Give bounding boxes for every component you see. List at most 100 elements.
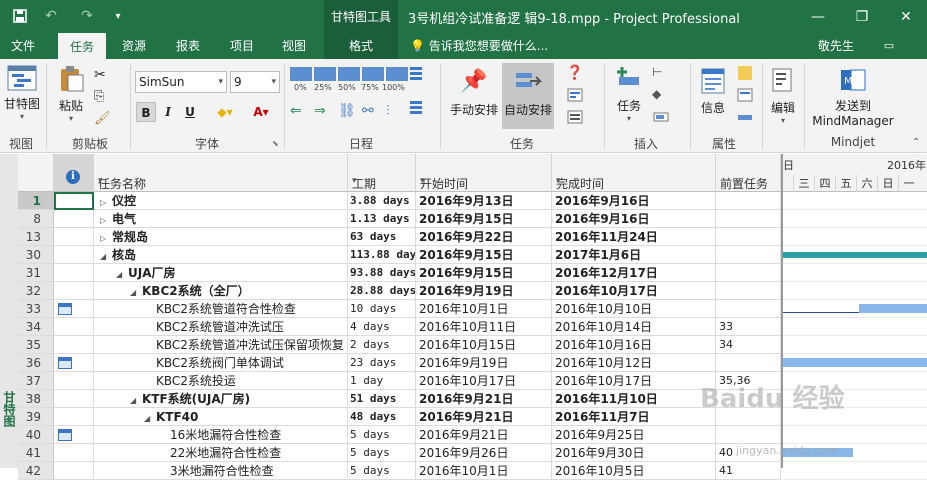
start-cell[interactable]: 2016年9月13日 — [416, 192, 552, 210]
information-button[interactable]: 信息 — [694, 67, 732, 116]
start-cell[interactable]: 2016年9月26日 — [416, 444, 552, 462]
indicator-cell[interactable] — [54, 426, 94, 444]
predecessors-cell[interactable] — [716, 192, 781, 210]
paste-button[interactable]: 粘贴 ▾ — [52, 65, 90, 123]
finish-cell[interactable]: 2016年9月30日 — [552, 444, 716, 462]
table-row[interactable]: 38 ◢ KTF系统(UJA厂房) 51 days 2016年9月21日 2016年11月… — [0, 390, 781, 408]
duration-cell[interactable]: 113.88 days — [348, 246, 416, 264]
pct75-icon[interactable] — [362, 67, 384, 81]
row-id[interactable]: 38 — [18, 390, 54, 408]
duration-cell[interactable]: 5 days — [348, 426, 416, 444]
start-cell[interactable]: 2016年9月15日 — [416, 246, 552, 264]
highlight-color-icon[interactable]: ◆▾ — [210, 102, 240, 122]
chevron-down-icon[interactable]: ▾ — [352, 176, 411, 186]
chevron-down-icon[interactable]: ▾ — [556, 176, 711, 186]
start-cell[interactable]: 2016年9月19日 — [416, 354, 552, 372]
inspect-icon[interactable]: ❓ — [566, 65, 584, 81]
table-row[interactable]: 33 KBC2系统管道符合性检查 10 days 2016年10月1日 2016年10月… — [0, 300, 781, 318]
task-name-cell[interactable]: 3米地漏符合性检查 — [94, 462, 348, 480]
pct50-icon[interactable] — [338, 67, 360, 81]
task-name-cell[interactable]: KBC2系统管道符合性检查 — [94, 300, 348, 318]
bold-button[interactable]: B — [136, 102, 156, 122]
duration-cell[interactable]: 23 days — [348, 354, 416, 372]
gantt-chart-button[interactable]: 甘特图 ▾ — [2, 65, 42, 121]
column-header-predecessors[interactable]: 前置任务 — [716, 154, 781, 192]
indicator-cell[interactable] — [54, 354, 94, 372]
start-cell[interactable]: 2016年10月1日 — [416, 300, 552, 318]
font-name-select[interactable]: SimSun ▾ — [135, 71, 227, 93]
column-header-start[interactable]: 开始时间 ▾ — [416, 154, 552, 192]
start-cell[interactable]: 2016年9月21日 — [416, 426, 552, 444]
finish-cell[interactable]: 2016年10月14日 — [552, 318, 716, 336]
edit-button[interactable]: 编辑 ▾ — [766, 67, 800, 125]
column-header-name[interactable]: 任务名称 ▾ — [94, 154, 348, 192]
table-row[interactable]: 40 16米地漏符合性检查 5 days 2016年9月21日 2016年9月25日 — [0, 426, 781, 444]
indicator-cell[interactable] — [54, 390, 94, 408]
duration-cell[interactable]: 51 days — [348, 390, 416, 408]
pct25-icon[interactable] — [314, 67, 336, 81]
duration-cell[interactable]: 3.88 days — [348, 192, 416, 210]
table-row[interactable]: 31 ◢ UJA厂房 93.88 days 2016年9月15日 2016年12月17日 — [0, 264, 781, 282]
duration-cell[interactable]: 28.88 days — [348, 282, 416, 300]
gantt-bar[interactable] — [783, 252, 927, 258]
deliverable-icon[interactable] — [652, 109, 670, 125]
indicator-cell[interactable] — [54, 300, 94, 318]
predecessors-cell[interactable]: 33 — [716, 318, 781, 336]
tab-project[interactable]: 项目 — [220, 33, 264, 59]
task-name-cell[interactable]: KBC2系统投运 — [94, 372, 348, 390]
outline-icon[interactable] — [408, 65, 426, 81]
table-row[interactable]: 36 KBC2系统阀门单体调试 23 days 2016年9月19日 2016年10月1… — [0, 354, 781, 372]
duration-cell[interactable]: 4 days — [348, 318, 416, 336]
task-name-cell[interactable]: ◢ KBC2系统（全厂） — [94, 282, 348, 300]
select-all-corner[interactable] — [18, 154, 54, 192]
indicator-cell[interactable] — [54, 372, 94, 390]
start-cell[interactable]: 2016年10月1日 — [416, 462, 552, 480]
finish-cell[interactable]: 2016年10月10日 — [552, 300, 716, 318]
row-id[interactable]: 8 — [18, 210, 54, 228]
row-id[interactable]: 42 — [18, 462, 54, 480]
task-name-cell[interactable]: 16米地漏符合性检查 — [94, 426, 348, 444]
milestone-icon[interactable]: ◆ — [652, 87, 670, 103]
finish-cell[interactable]: 2016年11月24日 — [552, 228, 716, 246]
tab-resource[interactable]: 资源 — [112, 33, 156, 59]
table-row[interactable]: 8 ▷ 电气 1.13 days 2016年9月15日 2016年9月16日 — [0, 210, 781, 228]
finish-cell[interactable]: 2016年10月5日 — [552, 462, 716, 480]
send-to-mindmanager-button[interactable]: M 发送到 MindManager — [808, 67, 898, 128]
respect-links-icon[interactable] — [408, 99, 426, 115]
font-size-select[interactable]: 9 ▾ — [230, 71, 280, 93]
duration-cell[interactable]: 1.13 days — [348, 210, 416, 228]
indicator-cell[interactable] — [54, 282, 94, 300]
underline-button[interactable]: U — [180, 102, 200, 122]
user-account[interactable]: 敬先生 — [818, 33, 854, 59]
row-id[interactable]: 32 — [18, 282, 54, 300]
format-painter-icon[interactable]: 🖌 — [94, 111, 112, 127]
tell-me-search[interactable]: 💡 告诉我您想要做什么... — [410, 33, 548, 59]
predecessors-cell[interactable]: 41 — [716, 462, 781, 480]
duration-cell[interactable]: 5 days — [348, 462, 416, 480]
indicator-cell[interactable] — [54, 264, 94, 282]
start-cell[interactable]: 2016年9月15日 — [416, 210, 552, 228]
duration-cell[interactable]: 93.88 days — [348, 264, 416, 282]
finish-cell[interactable]: 2016年11月7日 — [552, 408, 716, 426]
task-name-cell[interactable]: ◢ 核岛 — [94, 246, 348, 264]
start-cell[interactable]: 2016年9月15日 — [416, 264, 552, 282]
insert-task-button[interactable]: 任务 ▾ — [610, 65, 648, 123]
tab-file[interactable]: 文件 — [0, 33, 46, 59]
indicator-cell[interactable] — [54, 462, 94, 480]
table-row[interactable]: 35 KBC2系统管道冲洗试压保留项恢复 2 days 2016年10月15日 2016… — [0, 336, 781, 354]
dialog-launcher-icon[interactable]: ⬊ — [272, 139, 279, 148]
tab-report[interactable]: 报表 — [166, 33, 210, 59]
add-to-timeline-icon[interactable] — [736, 109, 754, 125]
task-name-cell[interactable]: ▷ 仪控 — [94, 192, 348, 210]
indent-icon[interactable]: ⇒ — [314, 103, 332, 119]
tab-view[interactable]: 视图 — [272, 33, 316, 59]
row-id[interactable]: 37 — [18, 372, 54, 390]
start-cell[interactable]: 2016年9月19日 — [416, 282, 552, 300]
pct100-icon[interactable] — [386, 67, 408, 81]
close-button[interactable]: ✕ — [884, 0, 927, 33]
table-row[interactable]: 39 ◢ KTF40 48 days 2016年9月21日 2016年11月7日 — [0, 408, 781, 426]
task-name-cell[interactable]: KBC2系统阀门单体调试 — [94, 354, 348, 372]
mode-icon[interactable] — [566, 109, 584, 125]
collapse-arrow-icon[interactable]: ◢ — [100, 248, 112, 263]
task-name-cell[interactable]: ▷ 电气 — [94, 210, 348, 228]
